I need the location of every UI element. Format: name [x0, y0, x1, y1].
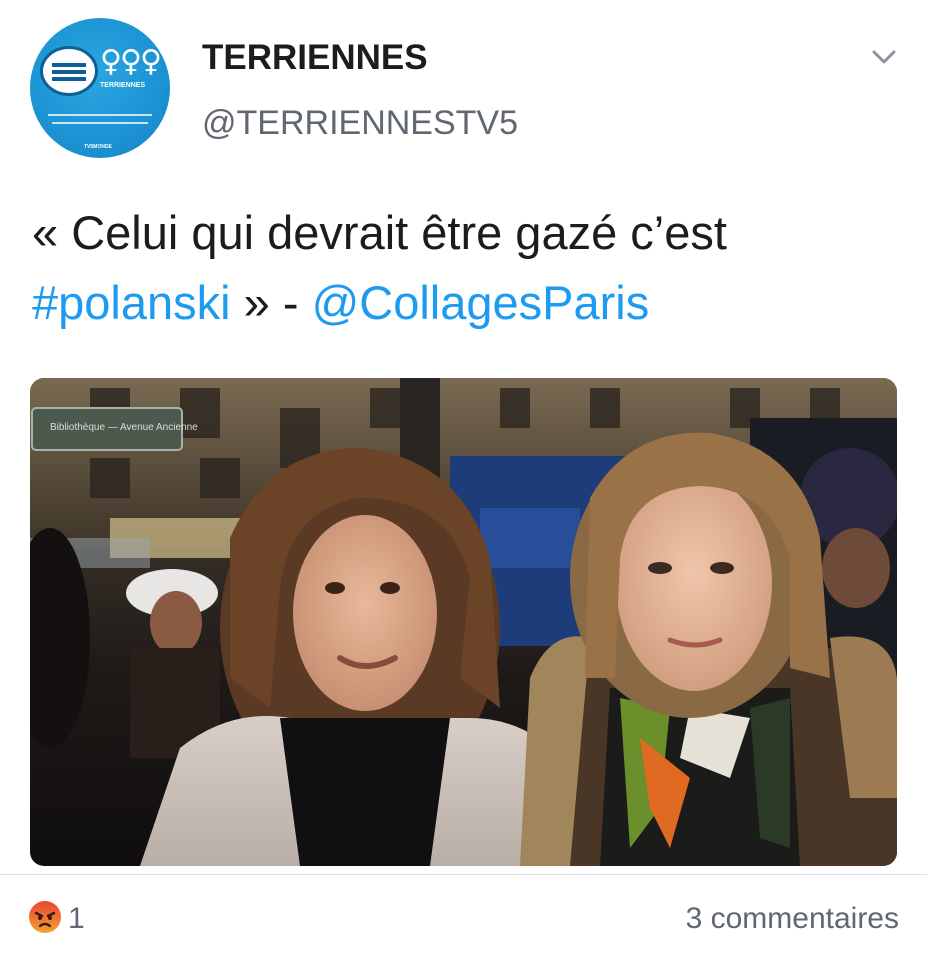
- female-symbols-icon: ♀♀♀: [100, 44, 162, 79]
- speech-bubble-logo: [40, 46, 98, 96]
- photo-scene: Bibliothèque — Avenue Ancienne: [30, 378, 897, 866]
- account-name[interactable]: TERRIENNES: [202, 38, 428, 78]
- avatar-footer-text: TV5MONDE: [84, 144, 112, 150]
- divider: [0, 874, 927, 875]
- avatar-text-line: [52, 122, 148, 124]
- reaction-count[interactable]: 1: [68, 902, 85, 936]
- street-sign-text: Bibliothèque — Avenue Ancienne: [50, 422, 198, 433]
- tweet-text: « Celui qui devrait être gazé c’est #pol…: [32, 198, 902, 338]
- avatar-text-line: [48, 114, 152, 116]
- tweet-separator: » -: [230, 276, 312, 329]
- angry-face-icon[interactable]: [28, 900, 62, 934]
- account-avatar[interactable]: ♀♀♀ TERRIENNES TV5MONDE: [30, 18, 170, 158]
- avatar-brand-text: TERRIENNES: [100, 82, 146, 89]
- tweet-text-main: « Celui qui devrait être gazé c’est: [32, 206, 727, 259]
- account-handle[interactable]: @TERRIENNESTV5: [202, 104, 518, 143]
- mention-link[interactable]: @CollagesParis: [312, 276, 650, 329]
- hashtag-link[interactable]: #polanski: [32, 276, 231, 329]
- chevron-down-icon[interactable]: [868, 44, 900, 70]
- comments-count[interactable]: 3 commentaires: [686, 902, 899, 936]
- tweet-photo[interactable]: Bibliothèque — Avenue Ancienne: [30, 378, 897, 866]
